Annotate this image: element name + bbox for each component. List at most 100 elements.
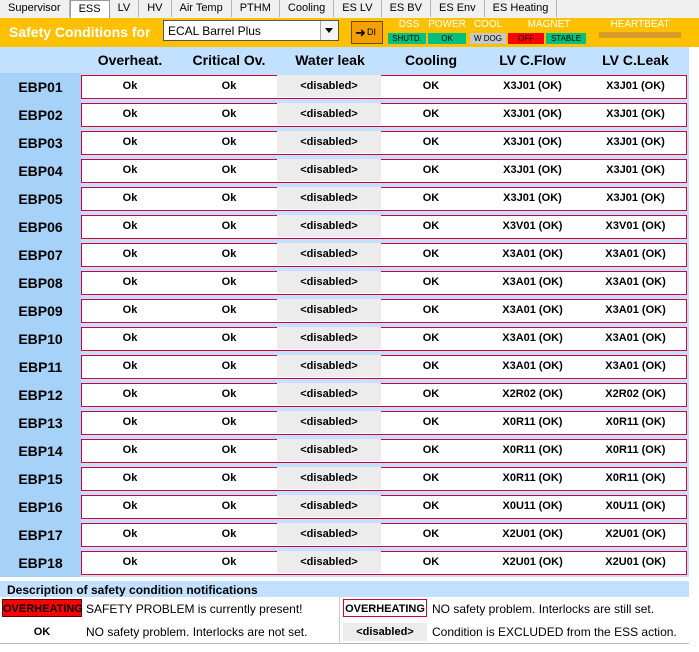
tab-cooling[interactable]: Cooling <box>280 0 335 17</box>
row-label-cell[interactable]: EBP07 <box>0 241 81 269</box>
row-label-cell[interactable]: EBP18 <box>0 549 81 577</box>
status-cell[interactable]: Ok <box>179 304 279 316</box>
status-cell[interactable]: Ok <box>81 388 179 400</box>
status-cell[interactable]: OK <box>381 556 481 568</box>
status-cell[interactable]: Ok <box>81 192 179 204</box>
status-cell[interactable]: X0R11 (OK) <box>584 444 687 456</box>
status-cell[interactable]: OK <box>381 276 481 288</box>
row-label-cell[interactable]: EBP10 <box>0 325 81 353</box>
status-cell[interactable]: Ok <box>81 332 179 344</box>
status-cell[interactable]: <disabled> <box>277 467 381 489</box>
status-cell[interactable]: X2U01 (OK) <box>481 528 584 540</box>
status-cell[interactable]: X3A01 (OK) <box>584 332 687 344</box>
status-cell[interactable]: X3J01 (OK) <box>584 192 687 204</box>
status-cell[interactable]: Ok <box>81 80 179 92</box>
status-cell[interactable]: Ok <box>179 500 279 512</box>
status-cell[interactable]: OK <box>381 164 481 176</box>
status-cell[interactable]: <disabled> <box>277 159 381 181</box>
status-cell[interactable]: <disabled> <box>277 131 381 153</box>
tab-air-temp[interactable]: Air Temp <box>172 0 232 17</box>
status-cell[interactable]: Ok <box>81 500 179 512</box>
row-label-cell[interactable]: EBP15 <box>0 465 81 493</box>
status-cell[interactable]: X0R11 (OK) <box>481 416 584 428</box>
status-cell[interactable]: <disabled> <box>277 327 381 349</box>
status-cell[interactable]: Ok <box>81 556 179 568</box>
status-cell[interactable]: Ok <box>81 304 179 316</box>
status-cell[interactable]: Ok <box>179 388 279 400</box>
status-cell[interactable]: Ok <box>179 80 279 92</box>
tab-es-heating[interactable]: ES Heating <box>485 0 558 17</box>
status-cell[interactable]: <disabled> <box>277 271 381 293</box>
tab-pthm[interactable]: PTHM <box>232 0 280 17</box>
tab-hv[interactable]: HV <box>139 0 172 17</box>
status-cell[interactable]: X0R11 (OK) <box>584 472 687 484</box>
power-status[interactable]: OK <box>428 33 466 44</box>
status-cell[interactable]: X2U01 (OK) <box>584 556 687 568</box>
status-cell[interactable]: X3J01 (OK) <box>584 108 687 120</box>
row-label-cell[interactable]: EBP16 <box>0 493 81 521</box>
di-button[interactable]: ➜ DI <box>351 21 383 44</box>
status-cell[interactable]: <disabled> <box>277 383 381 405</box>
status-cell[interactable]: X2R02 (OK) <box>481 388 584 400</box>
status-cell[interactable]: OK <box>381 332 481 344</box>
status-cell[interactable]: Ok <box>81 164 179 176</box>
status-cell[interactable]: X3A01 (OK) <box>584 304 687 316</box>
status-cell[interactable]: Ok <box>81 472 179 484</box>
magnet-off-status[interactable]: OFF <box>508 33 544 44</box>
status-cell[interactable]: OK <box>381 444 481 456</box>
status-cell[interactable]: Ok <box>179 528 279 540</box>
status-cell[interactable]: Ok <box>179 220 279 232</box>
status-cell[interactable]: Ok <box>179 472 279 484</box>
status-cell[interactable]: <disabled> <box>277 75 381 97</box>
status-cell[interactable]: <disabled> <box>277 495 381 517</box>
dss-status[interactable]: SHUTD. <box>388 33 426 44</box>
status-cell[interactable]: X3A01 (OK) <box>481 332 584 344</box>
tab-lv[interactable]: LV <box>110 0 140 17</box>
status-cell[interactable]: <disabled> <box>277 299 381 321</box>
status-cell[interactable]: Ok <box>179 136 279 148</box>
chevron-down-icon[interactable] <box>320 21 338 40</box>
status-cell[interactable]: X3A01 (OK) <box>481 248 584 260</box>
status-cell[interactable]: X0U11 (OK) <box>481 500 584 512</box>
row-label-cell[interactable]: EBP11 <box>0 353 81 381</box>
status-cell[interactable]: X3J01 (OK) <box>481 164 584 176</box>
row-label-cell[interactable]: EBP17 <box>0 521 81 549</box>
status-cell[interactable]: Ok <box>81 444 179 456</box>
tab-es-lv[interactable]: ES LV <box>334 0 382 17</box>
row-label-cell[interactable]: EBP02 <box>0 101 81 129</box>
status-cell[interactable]: Ok <box>81 248 179 260</box>
status-cell[interactable]: X3A01 (OK) <box>584 276 687 288</box>
status-cell[interactable]: Ok <box>179 108 279 120</box>
status-cell[interactable]: X0R11 (OK) <box>481 472 584 484</box>
status-cell[interactable]: <disabled> <box>277 243 381 265</box>
status-cell[interactable]: X3V01 (OK) <box>481 220 584 232</box>
status-cell[interactable]: X2U01 (OK) <box>481 556 584 568</box>
tab-supervisor[interactable]: Supervisor <box>0 0 70 17</box>
status-cell[interactable]: X0R11 (OK) <box>584 416 687 428</box>
row-label-cell[interactable]: EBP09 <box>0 297 81 325</box>
status-cell[interactable]: Ok <box>81 416 179 428</box>
tab-ess[interactable]: ESS <box>69 0 110 19</box>
row-label-cell[interactable]: EBP03 <box>0 129 81 157</box>
status-cell[interactable]: <disabled> <box>277 439 381 461</box>
status-cell[interactable]: Ok <box>179 416 279 428</box>
status-cell[interactable]: Ok <box>81 528 179 540</box>
status-cell[interactable]: X3A01 (OK) <box>481 276 584 288</box>
status-cell[interactable]: OK <box>381 472 481 484</box>
status-cell[interactable]: OK <box>381 136 481 148</box>
status-cell[interactable]: Ok <box>179 192 279 204</box>
status-cell[interactable]: Ok <box>179 556 279 568</box>
row-label-cell[interactable]: EBP08 <box>0 269 81 297</box>
status-cell[interactable]: X0U11 (OK) <box>584 500 687 512</box>
status-cell[interactable]: Ok <box>81 360 179 372</box>
row-label-cell[interactable]: EBP12 <box>0 381 81 409</box>
tab-es-env[interactable]: ES Env <box>431 0 485 17</box>
status-cell[interactable]: <disabled> <box>277 551 381 573</box>
status-cell[interactable]: <disabled> <box>277 103 381 125</box>
row-label-cell[interactable]: EBP05 <box>0 185 81 213</box>
partition-dropdown[interactable]: ECAL Barrel Plus <box>163 20 339 41</box>
row-label-cell[interactable]: EBP06 <box>0 213 81 241</box>
status-cell[interactable]: X3V01 (OK) <box>584 220 687 232</box>
row-label-cell[interactable]: EBP04 <box>0 157 81 185</box>
status-cell[interactable]: X3J01 (OK) <box>584 136 687 148</box>
